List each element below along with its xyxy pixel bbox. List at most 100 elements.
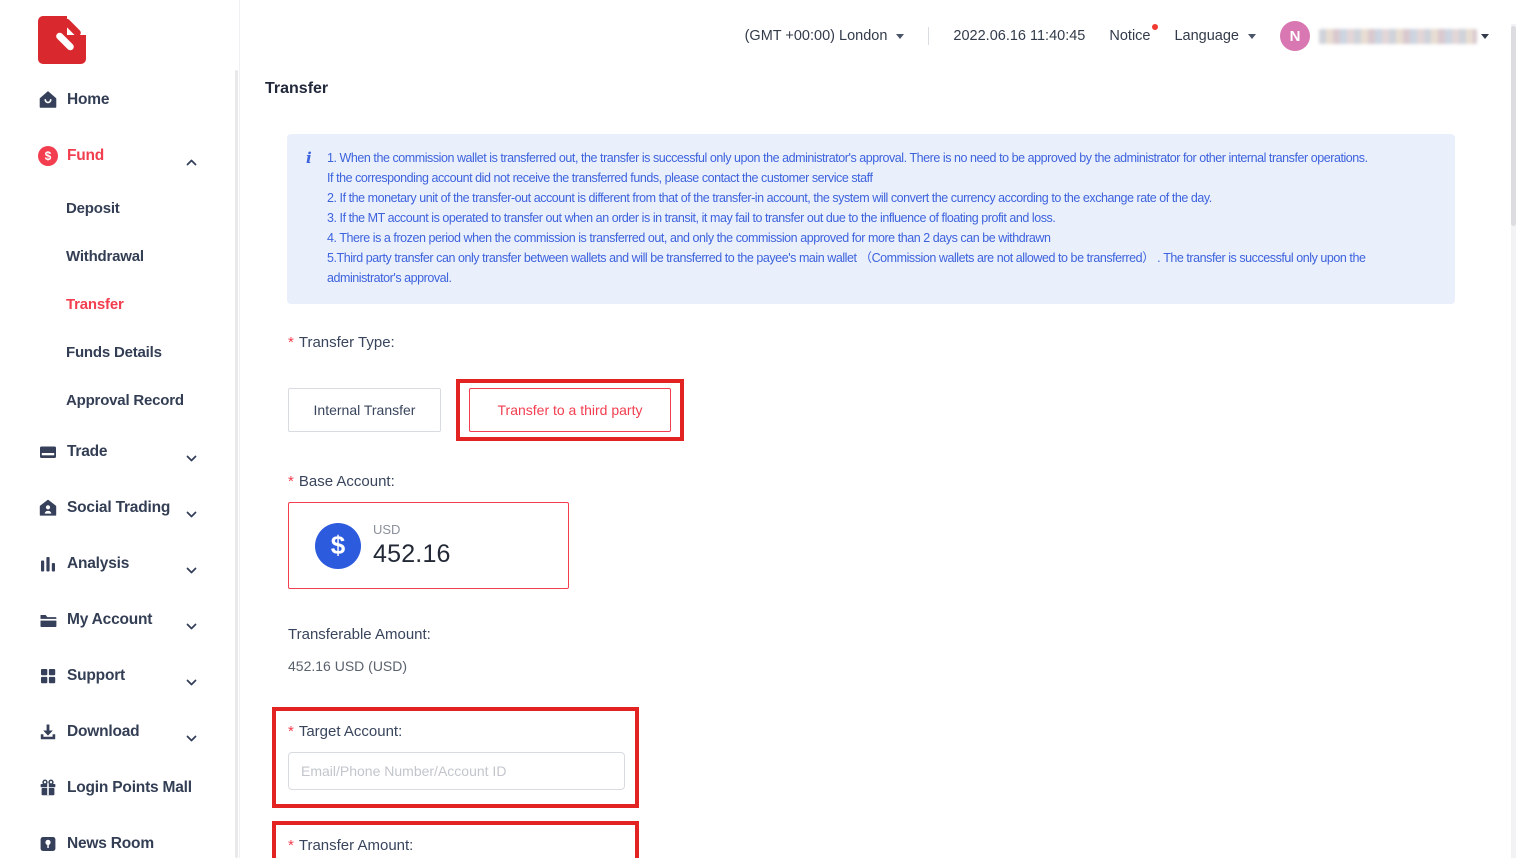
transfer-page: Home $ Fund Deposit Withdrawal Transfer xyxy=(0,0,1517,858)
sidebar-item-withdrawal[interactable]: Withdrawal xyxy=(0,232,239,280)
notice-box: i 1. When the commission wallet is trans… xyxy=(287,134,1455,304)
download-icon xyxy=(38,722,58,742)
chevron-down-icon xyxy=(186,729,197,747)
required-mark: * xyxy=(288,334,294,351)
my-account-folder-icon xyxy=(38,610,58,630)
sidebar-item-support[interactable]: Support xyxy=(0,648,239,704)
notice-line: 4. There is a frozen period when the com… xyxy=(327,228,1437,248)
sidebar-nav: Home $ Fund Deposit Withdrawal Transfer xyxy=(0,72,239,858)
sidebar-item-label: Login Points Mall xyxy=(67,779,192,797)
base-account-texts: USD 452.16 xyxy=(373,522,451,569)
sidebar-item-funds-details[interactable]: Funds Details xyxy=(0,328,239,376)
required-mark: * xyxy=(288,837,294,854)
sidebar-item-label: Trade xyxy=(67,443,107,461)
sidebar-item-login-points-mall[interactable]: Login Points Mall xyxy=(0,760,239,816)
analysis-bars-icon xyxy=(38,554,58,574)
chevron-down-icon xyxy=(186,617,197,635)
page-title: Transfer xyxy=(265,80,1517,98)
sidebar-item-label: Fund xyxy=(67,147,104,165)
notice-line: 2. If the monetary unit of the transfer-… xyxy=(327,188,1437,208)
transferable-amount-label: Transferable Amount: xyxy=(288,626,1517,643)
sidebar-item-label: Approval Record xyxy=(66,392,184,409)
sidebar-item-label: News Room xyxy=(67,835,154,853)
trade-monitor-icon xyxy=(38,442,58,462)
username-blurred xyxy=(1319,29,1477,44)
news-room-icon xyxy=(38,834,58,854)
sidebar-item-label: Home xyxy=(67,91,109,109)
notice-badge-dot xyxy=(1152,24,1158,30)
language-label: Language xyxy=(1174,28,1239,44)
notice-button[interactable]: Notice xyxy=(1109,28,1150,44)
sidebar-item-approval-record[interactable]: Approval Record xyxy=(0,376,239,424)
datetime-display: 2022.06.16 11:40:45 xyxy=(953,28,1085,44)
datetime-text: 2022.06.16 11:40:45 xyxy=(953,28,1085,44)
sidebar-item-label: Funds Details xyxy=(66,344,162,361)
user-menu[interactable]: N xyxy=(1280,21,1489,51)
required-mark: * xyxy=(288,473,294,490)
info-icon: i xyxy=(306,148,327,288)
notice-line: 3. If the MT account is operated to tran… xyxy=(327,208,1437,228)
sidebar-item-transfer[interactable]: Transfer xyxy=(0,280,239,328)
base-account-label: *Base Account: xyxy=(288,473,1517,490)
chevron-down-icon xyxy=(896,34,904,39)
chevron-down-icon xyxy=(186,449,197,467)
sidebar-item-home[interactable]: Home xyxy=(0,72,239,128)
base-account-card[interactable]: $ USD 452.16 xyxy=(288,502,569,589)
transfer-type-options: Internal Transfer Transfer to a third pa… xyxy=(288,379,1517,441)
sidebar-item-label: Social Trading xyxy=(67,499,170,517)
language-selector[interactable]: Language xyxy=(1174,28,1256,44)
sidebar-item-trade[interactable]: Trade xyxy=(0,424,239,480)
sidebar-item-label: My Account xyxy=(67,611,152,629)
transferable-amount-value: 452.16 USD (USD) xyxy=(288,658,1517,674)
sidebar-item-fund[interactable]: $ Fund xyxy=(0,128,239,184)
social-trading-icon xyxy=(38,498,58,518)
chevron-down-icon xyxy=(1481,34,1489,39)
annotation-box-transfer-amount: *Transfer Amount: USD xyxy=(272,821,639,858)
main-scrollbar-thumb[interactable] xyxy=(1511,26,1516,226)
notice-label: Notice xyxy=(1109,28,1150,44)
required-mark: * xyxy=(288,723,294,740)
sidebar-scrollbar[interactable] xyxy=(235,70,238,858)
sidebar-item-label: Download xyxy=(67,723,139,741)
avatar: N xyxy=(1280,21,1310,51)
target-account-label: *Target Account: xyxy=(288,723,635,740)
sidebar-item-label: Deposit xyxy=(66,200,120,217)
sidebar-item-social-trading[interactable]: Social Trading xyxy=(0,480,239,536)
sidebar-item-label: Support xyxy=(67,667,125,685)
usd-currency-icon: $ xyxy=(315,523,361,569)
main-content: Transfer i 1. When the commission wallet… xyxy=(240,72,1517,858)
third-party-transfer-button[interactable]: Transfer to a third party xyxy=(469,388,671,432)
target-account-input[interactable] xyxy=(288,752,625,790)
gift-icon xyxy=(38,778,58,798)
sidebar-item-download[interactable]: Download xyxy=(0,704,239,760)
chevron-down-icon xyxy=(1248,34,1256,39)
notice-text: 1. When the commission wallet is transfe… xyxy=(327,148,1437,288)
sidebar-item-news-room[interactable]: News Room xyxy=(0,816,239,858)
transfer-amount-label: *Transfer Amount: xyxy=(288,837,635,854)
notice-line: administrator's approval. xyxy=(327,268,1437,288)
sidebar-item-label: Analysis xyxy=(67,555,129,573)
sidebar-item-label: Transfer xyxy=(66,296,124,313)
timezone-label: (GMT +00:00) London xyxy=(745,28,888,44)
chevron-down-icon xyxy=(186,561,197,579)
home-icon xyxy=(38,90,58,110)
sidebar-item-label: Withdrawal xyxy=(66,248,144,265)
sidebar-item-my-account[interactable]: My Account xyxy=(0,592,239,648)
fund-dollar-icon: $ xyxy=(38,146,58,166)
timezone-selector[interactable]: (GMT +00:00) London xyxy=(745,28,905,44)
chevron-up-icon xyxy=(186,153,197,171)
topbar: (GMT +00:00) London 2022.06.16 11:40:45 … xyxy=(240,0,1517,72)
topbar-divider xyxy=(928,27,929,45)
brand-logo[interactable] xyxy=(38,16,86,64)
transfer-type-label: *Transfer Type: xyxy=(288,334,1517,351)
internal-transfer-button[interactable]: Internal Transfer xyxy=(288,388,441,432)
notice-line: If the corresponding account did not rec… xyxy=(327,168,1437,188)
annotation-box-target-account: *Target Account: xyxy=(272,707,639,808)
base-account-amount: 452.16 xyxy=(373,540,451,569)
annotation-box-transfer-type: Transfer to a third party xyxy=(456,379,684,441)
notice-line: 1. When the commission wallet is transfe… xyxy=(327,148,1437,168)
chevron-down-icon xyxy=(186,505,197,523)
sidebar-item-deposit[interactable]: Deposit xyxy=(0,184,239,232)
sidebar-item-analysis[interactable]: Analysis xyxy=(0,536,239,592)
notice-line: 5.Third party transfer can only transfer… xyxy=(327,248,1437,268)
